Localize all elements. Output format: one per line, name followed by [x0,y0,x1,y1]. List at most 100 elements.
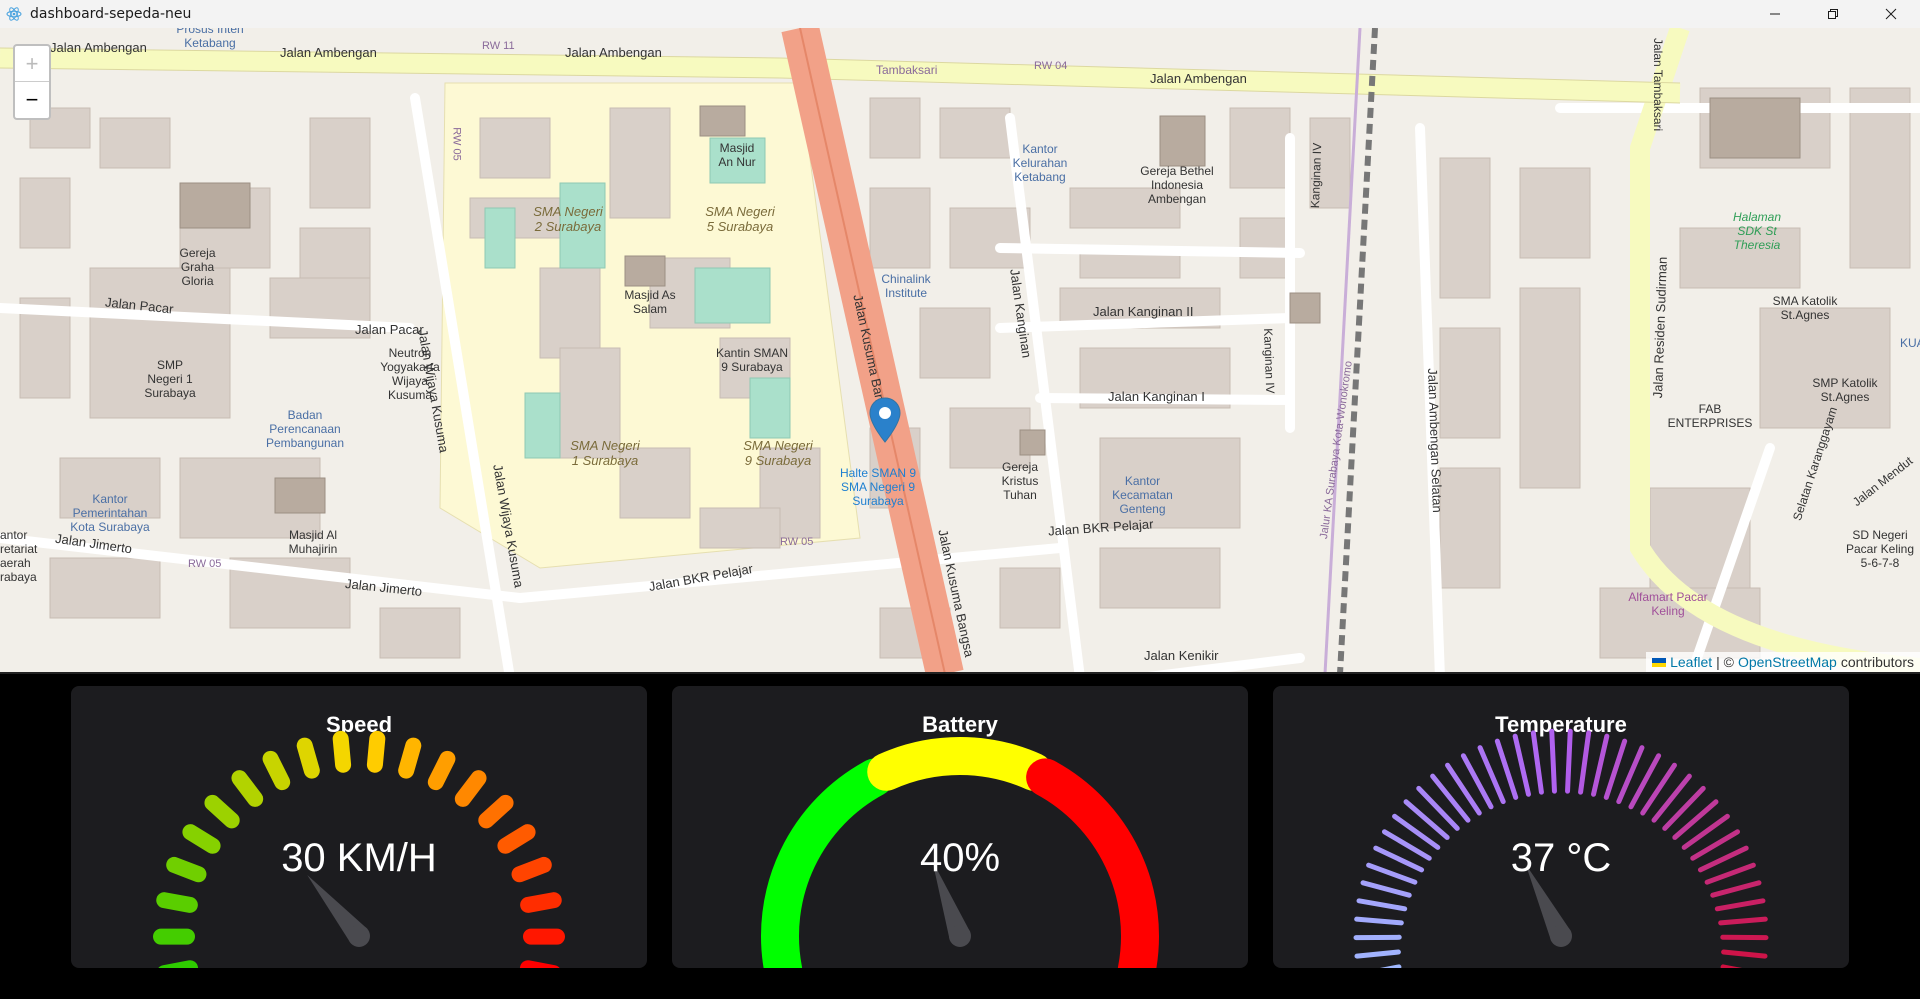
speed-segment [231,770,264,807]
close-button[interactable] [1862,0,1920,28]
map-label-poi: Gereja Graha Gloria [179,246,216,288]
battery-gauge [761,737,1159,968]
temperature-tick [1356,898,1408,912]
temperature-tick [1549,728,1557,794]
map-label-area: Tambaksari [876,63,938,77]
map-label-street: Jalan Ambengan [50,40,147,55]
map-label-rw: RW 05 [450,127,463,161]
speed-segment [332,730,352,773]
map-label-poi: Kantor Pemerintahan Kota Surabaya [70,492,150,534]
map-label-poi: Kantor Kelurahan Ketabang [1012,142,1068,184]
map-label-street: Jalan Ambengan [565,45,662,60]
map-label-rw: RW 05 [780,536,814,548]
temperature-tick [1710,880,1762,898]
map-label-poi: Kantin SMAN 9 Surabaya [715,346,789,374]
map-label-school: SMA Negeri 2 Surabaya [533,204,603,234]
map-label-rw: RW 11 [482,40,515,52]
location-marker-icon[interactable] [868,396,902,446]
map-label-poi: SMP Negeri 1 Surabaya [144,358,196,400]
speed-segment [478,794,514,829]
speed-gauge [153,730,565,968]
temperature-tick [1354,949,1401,959]
map-attribution: Leaflet | © OpenStreetMap contributors [1646,652,1920,672]
temperature-tick [1379,964,1402,968]
temperature-tick [1714,898,1766,912]
map-label-poi: SMP Katolik St.Agnes [1812,376,1878,404]
temperature-tick [1360,880,1412,898]
map-label-street: Jalan Kanginan I [1108,389,1205,404]
gauge-needle-hub [1550,925,1572,947]
map-label-poi: Gereja Bethel Indonesia Ambengan [1140,164,1214,206]
map-label-school: SMA Negeri 5 Surabaya [705,204,775,234]
react-icon [6,6,22,22]
map-label-poi: SMA Katolik St.Agnes [1772,294,1838,322]
window-titlebar: dashboard-sepeda-neu [0,0,1920,28]
map-label-street: Jalan Ambengan [280,45,377,60]
temperature-tick [1591,733,1610,797]
map-label-poi: Gereja Kristus Tuhan [1001,460,1039,502]
map-label-poi: Chinalink Institute [881,272,931,300]
speed-segment [454,770,487,807]
temperature-tick [1530,730,1544,795]
ukraine-flag-icon [1652,657,1667,667]
map-label-poi: Badan Perencanaan Pembangunan [265,408,345,450]
map-label-poi: Masjid An Nur [718,141,756,169]
gauge-needle-hub [949,925,971,947]
leaflet-link[interactable]: Leaflet [1670,654,1712,670]
close-icon [1885,8,1897,20]
speed-segment [156,892,198,913]
battery-card: Battery 40% [672,686,1248,968]
map-label-poi: Halte SMAN 9 SMA Negeri 9 Surabaya [839,466,917,508]
speed-value: 30 KM/H [281,836,437,880]
gauge-needle-hub [348,925,370,947]
map-label-poi: Masjid As Salam [624,288,676,316]
map-label-poi: Prosus Inten Ketabang [176,28,244,50]
battery-value: 40% [919,836,1001,880]
speed-card: Speed 30 KM/H [71,686,647,968]
zoom-control: + − [13,44,51,120]
temperature-tick [1430,773,1471,823]
temperature-tick [1651,773,1692,823]
map-label-street: Kanginan IV [1308,142,1325,209]
map-label-poi: FAB ENTERPRISES [1667,402,1753,430]
minimize-button[interactable] [1746,0,1804,28]
restore-icon [1828,9,1838,19]
map-label-poi: antor retariat aerah rabaya [0,528,38,584]
temperature-tick [1662,785,1706,831]
osm-link[interactable]: OpenStreetMap [1738,654,1837,670]
map-label-poi: SD Negeri Pacar Keling 5-6-7-8 [1845,528,1915,570]
temperature-gauge [1353,728,1769,968]
speed-segment [520,892,562,913]
temperature-tick [1578,730,1592,795]
temperature-card: Temperature 37 °C [1273,686,1849,968]
map-label-poi: Alfamart Pacar Keling [1628,590,1708,618]
minimize-icon [1770,13,1780,15]
map-label-poi: Neutron Yogyakarta Wijaya Kusuma [380,346,440,402]
temperature-tick [1354,916,1404,926]
map-label-street: Jalan Kenikir [1144,648,1219,663]
zoom-in-button[interactable]: + [15,46,49,82]
temperature-tick [1403,799,1450,840]
gauge-panel: Speed 30 KM/H Battery 40% Temperature 37… [0,676,1920,999]
map-label-school: SMA Negeri 9 Surabaya [743,438,813,468]
map-label-poi: Masjid Al Muhajirin [288,528,338,556]
attribution-contributors: contributors [1840,654,1914,670]
speed-segment [366,730,386,773]
temperature-value: 37 °C [1510,836,1612,880]
zoom-out-button[interactable]: − [15,82,49,118]
restore-button[interactable] [1804,0,1862,28]
speed-segment [398,737,422,779]
map-label-street: Jalan Tambaksari [1651,38,1665,132]
map-label-poi: KUA [1900,336,1920,350]
battery-segment [867,737,1053,791]
speed-segment [296,737,320,779]
temperature-tick [1720,964,1743,968]
temperature-tick [1718,916,1768,926]
speed-segment [204,794,240,829]
temperature-tick [1721,949,1768,959]
map-view[interactable]: Jalan Ambengan Jalan Ambengan Jalan Ambe… [0,28,1920,674]
map-label-street: Jalan Pacar [355,322,424,337]
attribution-separator: | © [1716,654,1734,670]
temperature-tick [1512,733,1531,797]
map-label-school: SMA Negeri 1 Surabaya [570,438,640,468]
